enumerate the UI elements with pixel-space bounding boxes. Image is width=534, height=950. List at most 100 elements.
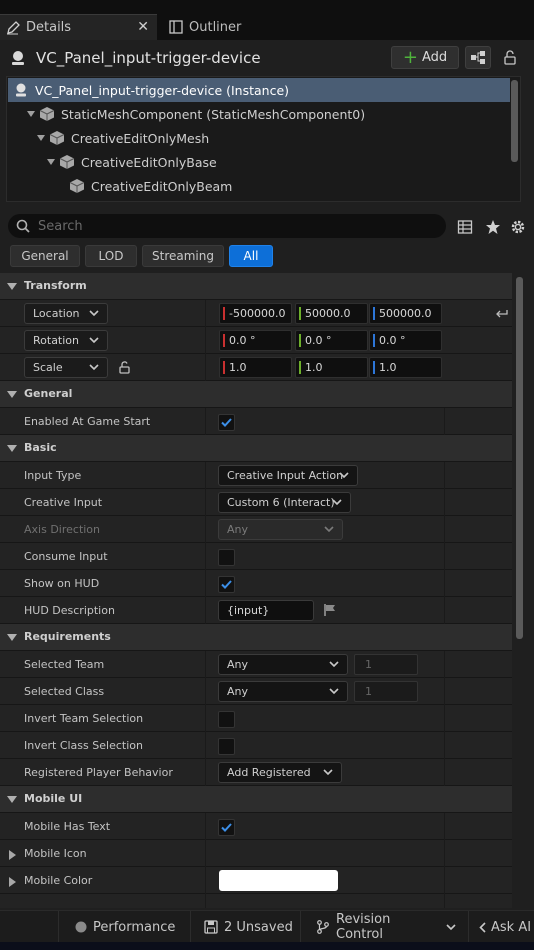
tree-item-label: CreativeEditOnlyMesh — [71, 130, 210, 146]
hud-description-field[interactable]: {input} — [218, 600, 314, 621]
input-type-dropdown[interactable]: Creative Input Action — [218, 465, 358, 486]
property-partial — [0, 894, 512, 908]
tree-item-editonlymesh[interactable]: CreativeEditOnlyMesh — [8, 126, 510, 150]
selected-class-dropdown[interactable]: Any — [218, 681, 348, 702]
selected-class-index-field: 1 — [354, 681, 418, 702]
property-label: Creative Input — [24, 496, 103, 509]
selected-team-dropdown[interactable]: Any — [218, 654, 348, 675]
tree-item-editonlybeam[interactable]: CreativeEditOnlyBeam — [8, 174, 510, 198]
blueprint-button[interactable] — [465, 46, 491, 69]
filter-general[interactable]: General — [10, 245, 80, 267]
unsaved-label: 2 Unsaved — [224, 919, 293, 935]
unlock-icon[interactable] — [118, 360, 132, 374]
property-mobile-icon: Mobile Icon — [0, 840, 512, 867]
details-scrollbar[interactable] — [516, 277, 523, 639]
chevron-left-icon — [479, 921, 486, 933]
column-divider — [205, 516, 206, 543]
mobile-has-text-checkbox[interactable] — [218, 819, 235, 836]
rotation-z-field[interactable]: 0.0 ° — [369, 330, 442, 351]
branch-icon — [316, 920, 330, 934]
save-icon — [204, 920, 218, 934]
search-box[interactable] — [8, 214, 446, 238]
collapse-arrow-icon[interactable] — [7, 391, 17, 399]
collapse-arrow-icon[interactable] — [7, 283, 17, 291]
chevron-down-icon — [323, 769, 333, 776]
reset-arrow-icon[interactable] — [496, 308, 508, 319]
rotation-mode-dropdown[interactable]: Rotation — [24, 330, 108, 351]
collapse-arrow-icon[interactable] — [7, 796, 17, 804]
property-label: Input Type — [24, 469, 82, 482]
rotation-y-field[interactable]: 0.0 ° — [295, 330, 368, 351]
table-view-icon[interactable] — [457, 219, 473, 235]
performance-button[interactable]: Performance — [58, 911, 180, 943]
revision-control-button[interactable]: Revision Control — [300, 911, 456, 943]
invert-team-checkbox[interactable] — [218, 711, 235, 728]
dropdown-value: Add Registered — [227, 766, 311, 779]
expand-arrow-icon[interactable] — [46, 157, 56, 167]
lock-icon[interactable] — [502, 49, 518, 65]
category-label: General — [24, 387, 73, 400]
performance-label: Performance — [93, 919, 176, 935]
collapse-arrow-icon[interactable] — [7, 445, 17, 453]
scale-mode-dropdown[interactable]: Scale — [24, 357, 108, 378]
mobile-color-swatch[interactable] — [219, 870, 338, 891]
location-y-field[interactable]: 50000.0 — [295, 303, 368, 324]
tab-details[interactable]: Details ✕ — [0, 14, 157, 40]
collapse-arrow-icon[interactable] — [7, 634, 17, 642]
column-divider — [444, 732, 445, 759]
category-general[interactable]: General — [0, 381, 512, 408]
tree-item-staticmesh[interactable]: StaticMeshComponent (StaticMeshComponent… — [8, 102, 510, 126]
rotation-x-field[interactable]: 0.0 ° — [219, 330, 292, 351]
column-divider — [444, 543, 445, 570]
property-label: Show on HUD — [24, 577, 100, 590]
property-label: Enabled At Game Start — [24, 415, 151, 428]
pencil-icon — [6, 20, 20, 35]
scale-y-field[interactable]: 1.0 — [295, 357, 368, 378]
desktop-taskbar-strip — [0, 942, 534, 950]
tree-item-editonlybase[interactable]: CreativeEditOnlyBase — [8, 150, 510, 174]
category-requirements[interactable]: Requirements — [0, 624, 512, 651]
filter-lod[interactable]: LOD — [85, 245, 137, 267]
property-label: Location — [33, 307, 80, 320]
location-x-field[interactable]: -500000.0 — [219, 303, 292, 324]
tab-outliner-label: Outliner — [189, 19, 242, 35]
location-mode-dropdown[interactable]: Location — [24, 303, 108, 324]
close-icon[interactable]: ✕ — [137, 19, 149, 35]
column-divider — [205, 570, 206, 597]
location-z-field[interactable]: 500000.0 — [369, 303, 442, 324]
enabled-at-game-start-checkbox[interactable] — [218, 414, 235, 431]
tree-scrollbar[interactable] — [511, 80, 518, 162]
invert-class-checkbox[interactable] — [218, 738, 235, 755]
expand-arrow-icon[interactable] — [26, 109, 36, 119]
expand-arrow-icon[interactable] — [9, 877, 16, 887]
scale-x-field[interactable]: 1.0 — [219, 357, 292, 378]
tab-details-label: Details — [26, 20, 72, 35]
ask-ai-button[interactable]: Ask AI — [468, 911, 534, 943]
chevron-down-icon — [89, 337, 99, 344]
unsaved-button[interactable]: 2 Unsaved — [190, 911, 298, 943]
creative-input-dropdown[interactable]: Custom 6 (Interact) — [218, 492, 351, 513]
column-divider — [205, 408, 206, 435]
category-basic[interactable]: Basic — [0, 435, 512, 462]
tree-item-label: VC_Panel_input-trigger-device (Instance) — [35, 82, 290, 98]
expand-arrow-icon[interactable] — [36, 133, 46, 143]
dropdown-value: Any — [227, 658, 249, 671]
add-component-button[interactable]: + Add — [391, 46, 459, 69]
consume-input-checkbox[interactable] — [218, 549, 235, 566]
category-mobile-ui[interactable]: Mobile UI — [0, 786, 512, 813]
property-registered-player-behavior: Registered Player Behavior Add Registere… — [0, 759, 512, 786]
tab-outliner[interactable]: Outliner — [161, 14, 301, 40]
expand-arrow-icon[interactable] — [9, 850, 16, 860]
scale-z-field[interactable]: 1.0 — [369, 357, 442, 378]
flag-icon[interactable] — [323, 603, 337, 617]
filter-streaming[interactable]: Streaming — [142, 245, 224, 267]
registered-player-behavior-dropdown[interactable]: Add Registered — [218, 762, 342, 783]
show-on-hud-checkbox[interactable] — [218, 576, 235, 593]
gear-icon[interactable] — [510, 219, 526, 235]
tree-item-instance[interactable]: VC_Panel_input-trigger-device (Instance) — [8, 78, 510, 102]
property-selected-class: Selected Class Any 1 — [0, 678, 512, 705]
category-transform[interactable]: Transform — [0, 273, 512, 300]
search-input[interactable] — [38, 218, 418, 234]
star-icon[interactable] — [485, 219, 501, 235]
filter-all[interactable]: All — [229, 245, 273, 267]
